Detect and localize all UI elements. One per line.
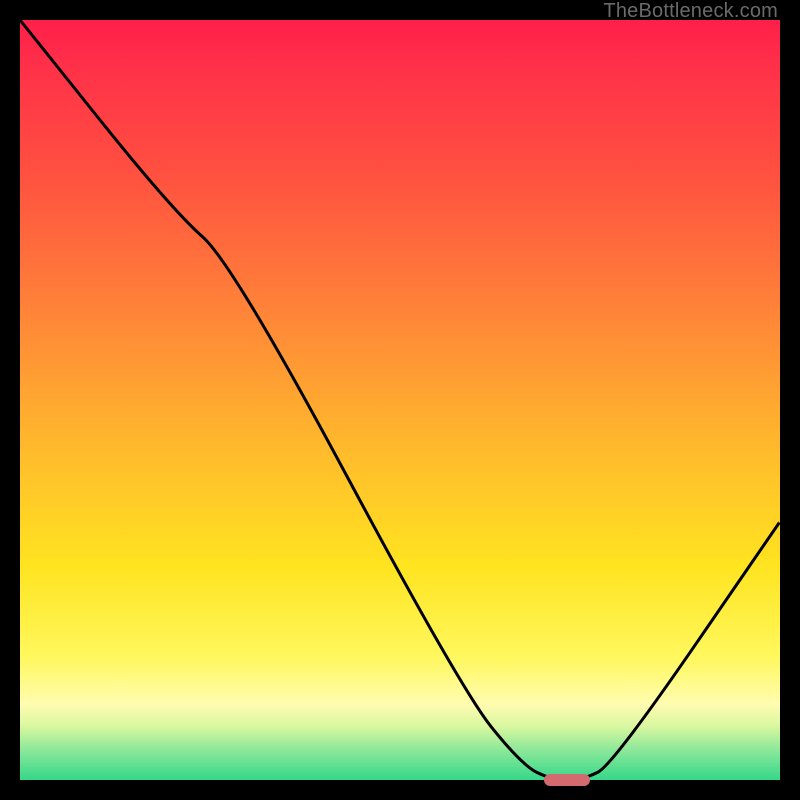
chart-frame: TheBottleneck.com — [0, 0, 800, 800]
bottleneck-curve — [20, 20, 780, 780]
plot-area — [20, 20, 780, 780]
optimum-marker — [544, 774, 590, 786]
